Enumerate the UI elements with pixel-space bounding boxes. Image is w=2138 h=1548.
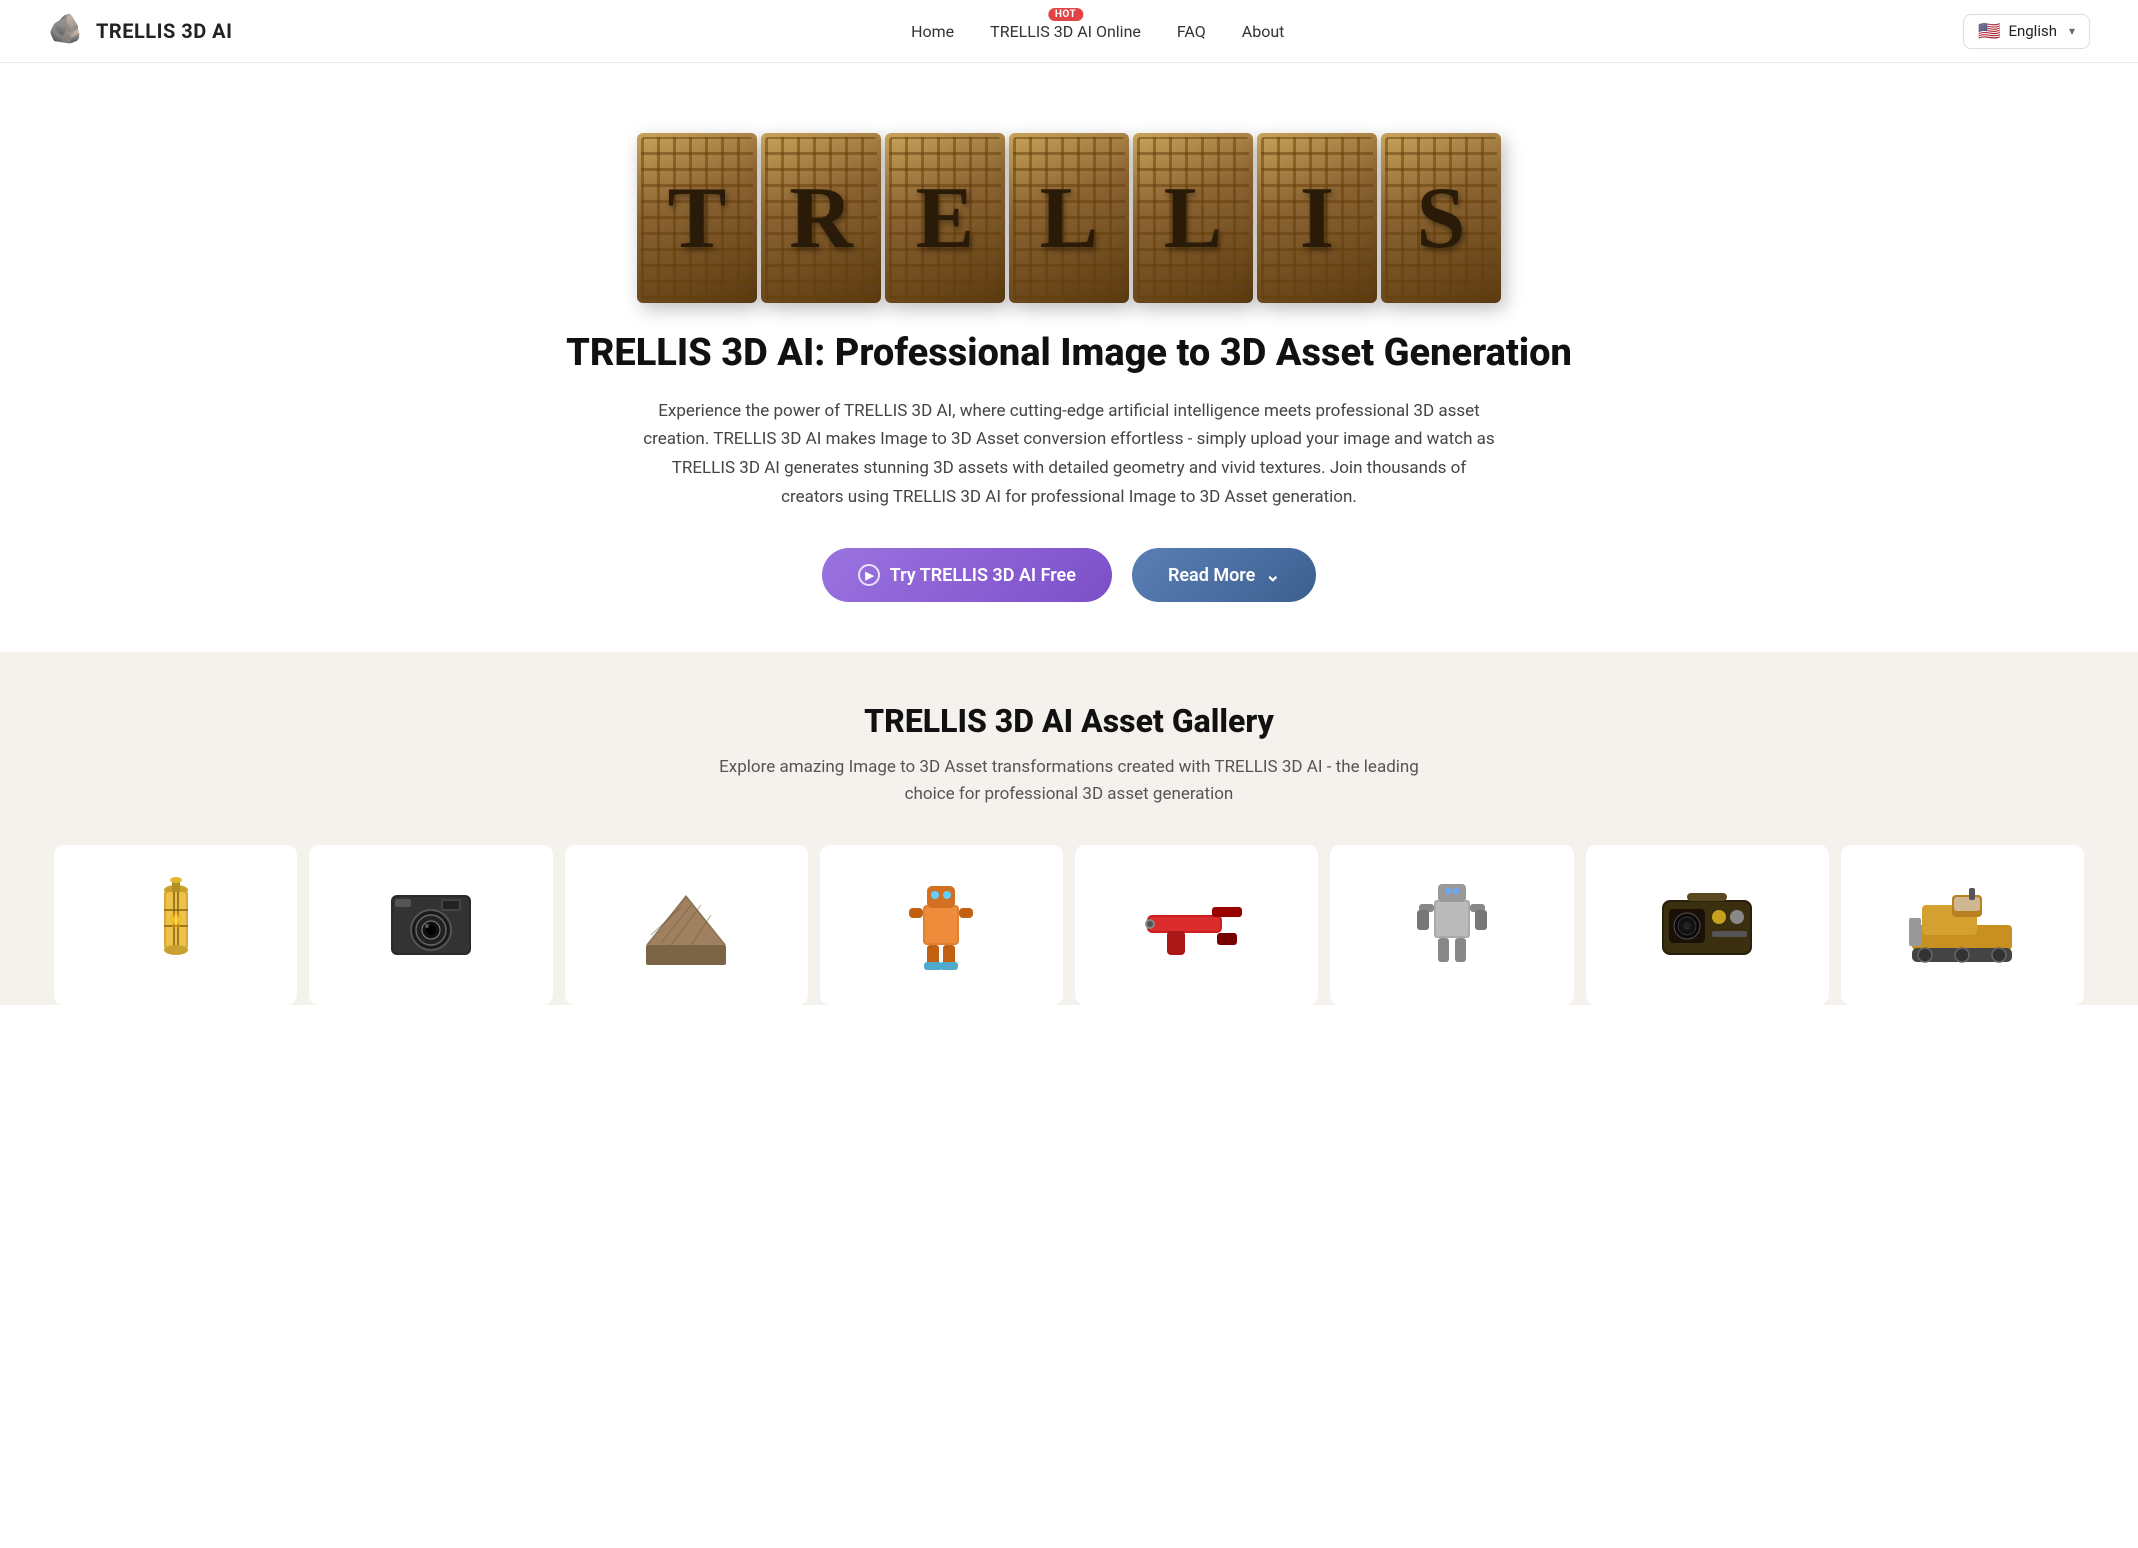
read-more-button[interactable]: Read More ⌄ xyxy=(1132,548,1316,602)
gallery-item-robot xyxy=(820,845,1063,1005)
gallery-item-camera xyxy=(309,845,552,1005)
letter-R: 🌱 R xyxy=(761,133,881,303)
hero-section: 🌿 T 🌱 R 🍃 E 🌿 L 🌱 L 🍃 I 🌿 S TRELLIS 3D A… xyxy=(0,63,2138,602)
bulldozer-object xyxy=(1907,865,2017,985)
btn-secondary-label: Read More xyxy=(1168,565,1255,586)
vine-decoration: 🍃 xyxy=(931,121,958,146)
hero-cta-buttons: ▶ Try TRELLIS 3D AI Free Read More ⌄ xyxy=(48,548,2090,602)
gallery-item-radio xyxy=(1586,845,1829,1005)
roof-object xyxy=(631,865,741,985)
vine-decoration: 🌿 xyxy=(1427,121,1454,146)
gallery-item-lantern xyxy=(54,845,297,1005)
vine-decoration: 🌱 xyxy=(807,121,834,146)
gallery-item-gun xyxy=(1075,845,1318,1005)
hot-badge: HOT xyxy=(1048,8,1083,21)
gun-object xyxy=(1142,865,1252,985)
language-selector[interactable]: 🇺🇸 English ▾ xyxy=(1963,14,2090,49)
hero-title-art: 🌿 T 🌱 R 🍃 E 🌿 L 🌱 L 🍃 I 🌿 S xyxy=(48,103,2090,303)
try-free-button[interactable]: ▶ Try TRELLIS 3D AI Free xyxy=(822,548,1112,602)
play-icon: ▶ xyxy=(858,564,880,586)
robot-object xyxy=(886,865,996,985)
camera-object xyxy=(376,865,486,985)
logo-icon: 🪨 xyxy=(48,12,86,50)
radio-object xyxy=(1652,865,1762,985)
nav-home[interactable]: Home xyxy=(911,22,954,41)
letter-E: 🍃 E xyxy=(885,133,1005,303)
gallery-section: TRELLIS 3D AI Asset Gallery Explore amaz… xyxy=(0,652,2138,1004)
btn-primary-label: Try TRELLIS 3D AI Free xyxy=(890,565,1076,586)
nav-about[interactable]: About xyxy=(1242,22,1285,41)
mech-object xyxy=(1397,865,1507,985)
chevron-down-icon: ⌄ xyxy=(1265,565,1280,586)
gallery-item-bulldozer xyxy=(1841,845,2084,1005)
logo-link[interactable]: 🪨 TRELLIS 3D AI xyxy=(48,12,232,50)
nav-faq[interactable]: FAQ xyxy=(1177,22,1206,41)
nav-trellis-online[interactable]: HOT TRELLIS 3D AI Online xyxy=(990,22,1141,41)
hero-heading: TRELLIS 3D AI: Professional Image to 3D … xyxy=(48,331,2090,377)
hero-description: Experience the power of TRELLIS 3D AI, w… xyxy=(639,397,1499,513)
letter-S: 🌿 S xyxy=(1381,133,1501,303)
letter-L2: 🌱 L xyxy=(1133,133,1253,303)
logo-text: TRELLIS 3D AI xyxy=(96,19,232,43)
vine-decoration: 🍃 xyxy=(1303,121,1330,146)
letter-I: 🍃 I xyxy=(1257,133,1377,303)
vine-decoration: 🌿 xyxy=(683,121,710,146)
flag-icon: 🇺🇸 xyxy=(1978,21,2000,42)
vine-decoration: 🌿 xyxy=(1055,121,1082,146)
navbar: 🪨 TRELLIS 3D AI Home HOT TRELLIS 3D AI O… xyxy=(0,0,2138,63)
lang-label: English xyxy=(2008,22,2057,40)
chevron-down-icon: ▾ xyxy=(2069,24,2075,38)
vine-decoration: 🌱 xyxy=(1179,121,1206,146)
gallery-heading: TRELLIS 3D AI Asset Gallery xyxy=(48,702,2090,740)
gallery-description: Explore amazing Image to 3D Asset transf… xyxy=(699,754,1439,808)
gallery-item-mech xyxy=(1330,845,1573,1005)
letter-T: 🌿 T xyxy=(637,133,757,303)
lantern-object xyxy=(121,865,231,985)
gallery-item-roof xyxy=(565,845,808,1005)
nav-links: Home HOT TRELLIS 3D AI Online FAQ About xyxy=(911,22,1284,41)
gallery-items-row xyxy=(48,845,2090,1005)
letter-L1: 🌿 L xyxy=(1009,133,1129,303)
